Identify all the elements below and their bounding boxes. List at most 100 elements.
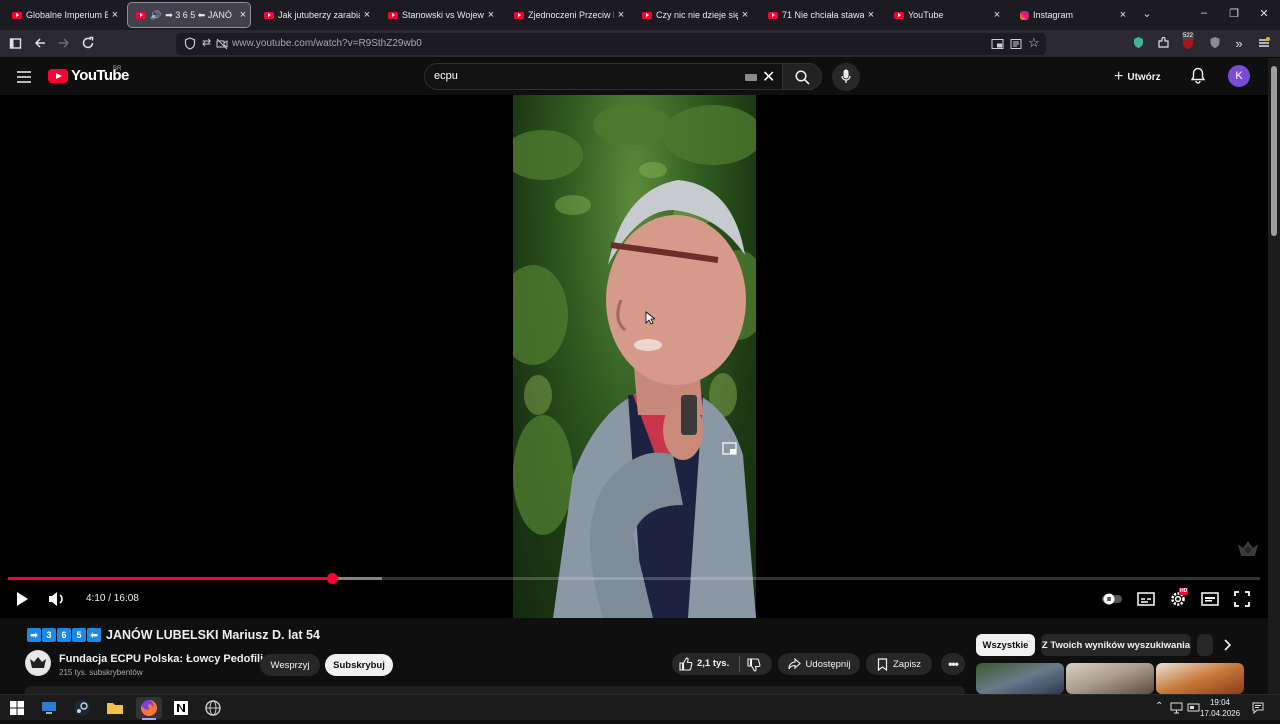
- share-button[interactable]: Udostępnij: [778, 653, 860, 675]
- subtitles-button[interactable]: [1136, 589, 1156, 609]
- file-explorer-icon[interactable]: [106, 699, 124, 717]
- notion-icon[interactable]: [172, 699, 190, 717]
- video-frame[interactable]: [513, 95, 756, 618]
- related-video-thumbnail[interactable]: [1156, 663, 1244, 694]
- privacy-extension-icon[interactable]: [1207, 36, 1223, 52]
- fullscreen-button[interactable]: [1232, 589, 1252, 609]
- back-icon[interactable]: [32, 36, 48, 52]
- app-menu-icon[interactable]: [1256, 36, 1272, 52]
- browser-tab[interactable]: Zjednoczeni Przeciw Rasi ×: [506, 3, 628, 27]
- shield-icon[interactable]: [184, 37, 196, 55]
- close-window-icon[interactable]: ✕: [1256, 7, 1272, 20]
- search-button[interactable]: [782, 63, 822, 90]
- channel-name[interactable]: Fundacja ECPU Polska: Łowcy Pedofili: [59, 653, 263, 665]
- chips-next-chevron-icon[interactable]: [1221, 638, 1233, 657]
- description-box[interactable]: [25, 686, 965, 694]
- voice-search-button[interactable]: [832, 63, 860, 91]
- progress-scrubber-handle[interactable]: [326, 573, 338, 584]
- close-tab-icon[interactable]: ×: [360, 9, 374, 21]
- close-tab-icon[interactable]: ×: [484, 9, 498, 21]
- close-tab-icon[interactable]: ×: [1116, 9, 1130, 21]
- related-video-thumbnail[interactable]: [1066, 663, 1154, 694]
- restore-icon[interactable]: ❐: [1226, 7, 1242, 20]
- close-tab-icon[interactable]: ×: [236, 9, 250, 21]
- clear-search-icon[interactable]: ✕: [762, 67, 775, 87]
- subscribe-button[interactable]: Subskrybuj: [325, 654, 393, 676]
- firefox-taskbar-icon[interactable]: [136, 697, 162, 720]
- ublock-extension-icon[interactable]: 522: [1180, 32, 1196, 52]
- speaker-icon[interactable]: 🔊: [150, 10, 161, 21]
- keyboard-icon[interactable]: [745, 74, 757, 81]
- close-tab-icon[interactable]: ×: [614, 9, 628, 21]
- tab-list-chevron-icon[interactable]: ⌄: [1139, 7, 1155, 20]
- url-bar[interactable]: ⇄ www.youtube.com/watch?v=R9SthZ29wb0 ☆: [176, 33, 1046, 55]
- chip-next-partial[interactable]: [1197, 634, 1213, 656]
- browser-tab-active[interactable]: 🔊 ➡ 3 6 5 ⬅ JANÓ ×: [127, 2, 251, 28]
- permissions-icon[interactable]: ⇄: [202, 36, 211, 49]
- channel-avatar[interactable]: [25, 650, 51, 676]
- app-globe-icon[interactable]: [204, 699, 222, 717]
- close-tab-icon[interactable]: ×: [738, 9, 752, 21]
- subtitles-icon: [1137, 592, 1155, 606]
- dislike-button[interactable]: [747, 658, 761, 677]
- browser-tab[interactable]: Czy nic nie dzieje się przy ×: [634, 3, 752, 27]
- account-avatar[interactable]: K: [1228, 65, 1250, 87]
- browser-tab[interactable]: Instagram ×: [1012, 3, 1130, 27]
- youtube-logo-icon[interactable]: [48, 69, 68, 83]
- settings-button[interactable]: HD: [1168, 588, 1189, 609]
- like-count[interactable]: 2,1 tys.: [697, 658, 729, 669]
- notifications-bell-icon[interactable]: [1190, 67, 1208, 85]
- video-player[interactable]: 4:10 / 16:08 HD: [0, 95, 1268, 618]
- miniplayer-button[interactable]: [1200, 589, 1220, 609]
- hamburger-menu-icon[interactable]: [17, 70, 31, 88]
- close-tab-icon[interactable]: ×: [108, 9, 122, 21]
- network-icon[interactable]: [1170, 701, 1183, 719]
- picture-in-picture-icon[interactable]: [991, 37, 1004, 55]
- reader-view-icon[interactable]: [1010, 37, 1022, 55]
- related-video-thumbnail[interactable]: [976, 663, 1064, 694]
- forward-icon[interactable]: [56, 36, 72, 52]
- browser-tab[interactable]: Globalne Imperium Bezk ×: [4, 3, 122, 27]
- steam-icon[interactable]: [73, 699, 91, 717]
- page-scrollbar[interactable]: [1268, 58, 1280, 694]
- like-button[interactable]: [679, 657, 693, 676]
- computer-icon[interactable]: [40, 699, 58, 717]
- create-button[interactable]: + Utwórz: [1114, 65, 1178, 89]
- play-button[interactable]: [12, 589, 32, 609]
- bookmark-star-icon[interactable]: ☆: [1028, 35, 1040, 51]
- close-tab-icon[interactable]: ×: [864, 9, 878, 21]
- progress-bar[interactable]: [8, 573, 1260, 584]
- channel-watermark-icon[interactable]: [1236, 538, 1260, 562]
- tray-chevron-up-icon[interactable]: ⌃: [1155, 701, 1163, 712]
- close-tab-icon[interactable]: ×: [990, 9, 1004, 21]
- sidebar-toggle-icon[interactable]: [8, 36, 24, 52]
- browser-tab[interactable]: Jak jutuberzy zarabiają n ×: [256, 3, 374, 27]
- browser-tab[interactable]: 71 Nie chciała stawać (M ×: [760, 3, 878, 27]
- camera-blocked-icon[interactable]: [216, 37, 228, 55]
- reload-icon[interactable]: [80, 36, 96, 52]
- save-button[interactable]: Zapisz: [866, 653, 932, 675]
- autoplay-toggle[interactable]: [1100, 589, 1122, 609]
- support-button[interactable]: Wesprzyj: [260, 654, 320, 676]
- instagram-icon: [1020, 10, 1029, 20]
- vpn-extension-icon[interactable]: [1130, 36, 1146, 52]
- extensions-icon[interactable]: [1155, 36, 1171, 52]
- volume-button[interactable]: [46, 589, 66, 609]
- display-icon[interactable]: [1187, 701, 1200, 719]
- os-taskbar: ⌃ 19:04 17.04.2026: [0, 694, 1280, 720]
- system-clock[interactable]: 19:04 17.04.2026: [1200, 697, 1240, 719]
- more-actions-button[interactable]: •••: [941, 653, 965, 675]
- search-input[interactable]: ecpu ✕: [424, 63, 782, 90]
- url-text: www.youtube.com/watch?v=R9SthZ29wb0: [232, 38, 422, 49]
- page-scrollbar-thumb[interactable]: [1271, 66, 1277, 236]
- windows-start-icon[interactable]: [8, 699, 26, 717]
- chip-from-search[interactable]: Z Twoich wyników wyszukiwania: [1041, 634, 1191, 656]
- overflow-chevron-icon[interactable]: »: [1231, 36, 1247, 52]
- like-dislike-group: 2,1 tys.: [672, 653, 772, 675]
- notifications-center-icon[interactable]: [1252, 701, 1264, 719]
- browser-tab[interactable]: Stanowski vs Wojewódzk ×: [380, 3, 498, 27]
- browser-tab[interactable]: YouTube ×: [886, 3, 1004, 27]
- volume-icon: [49, 592, 63, 606]
- minimize-icon[interactable]: –: [1196, 7, 1212, 19]
- chip-all[interactable]: Wszystkie: [976, 634, 1035, 656]
